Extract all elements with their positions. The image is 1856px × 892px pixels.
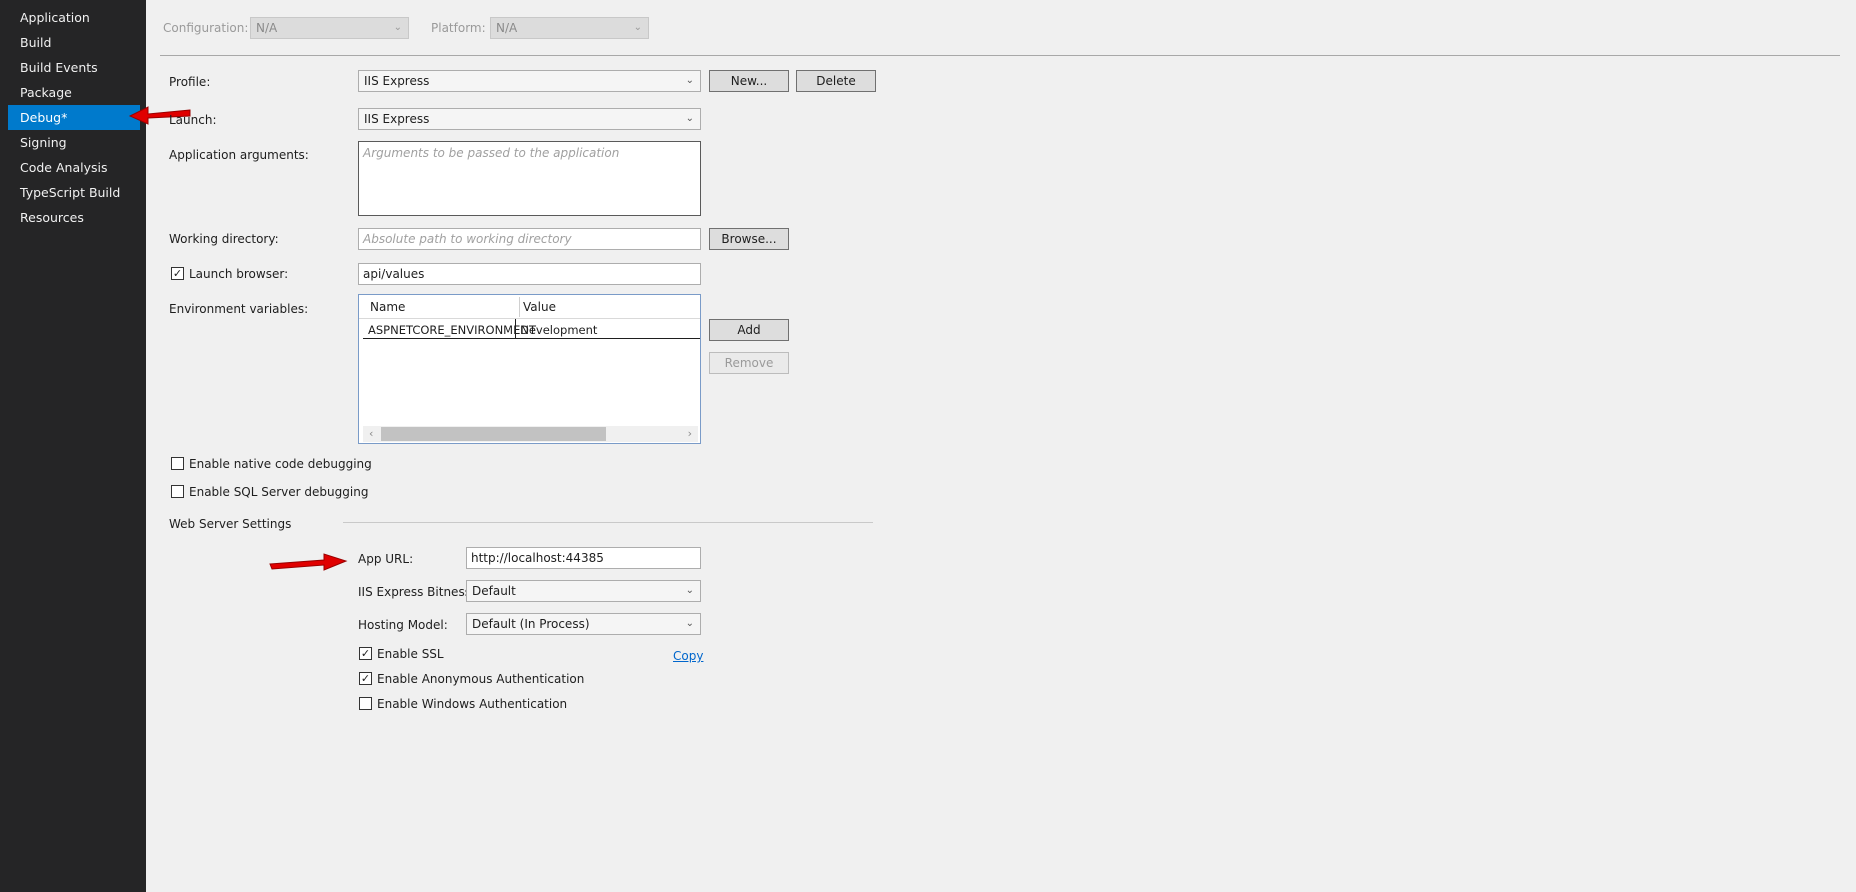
chevron-down-icon: ⌄ bbox=[685, 618, 694, 629]
delete-profile-button[interactable]: Delete bbox=[796, 70, 876, 92]
copy-link[interactable]: Copy bbox=[673, 649, 703, 663]
anonymous-auth-checkbox[interactable]: ✓ bbox=[359, 672, 372, 685]
launch-value: IIS Express bbox=[364, 112, 430, 126]
env-var-value-cell[interactable]: Development bbox=[520, 323, 597, 337]
sidebar-item-package[interactable]: Package bbox=[8, 80, 140, 105]
profile-label: Profile: bbox=[169, 75, 211, 89]
enable-ssl-label: Enable SSL bbox=[377, 647, 444, 661]
grid-header-value[interactable]: Value bbox=[523, 300, 556, 314]
grid-header-name[interactable]: Name bbox=[370, 300, 405, 314]
cell-divider bbox=[515, 319, 516, 339]
top-divider bbox=[160, 55, 1840, 56]
working-directory-label: Working directory: bbox=[169, 232, 279, 246]
launch-browser-url-input[interactable]: api/values bbox=[358, 263, 701, 285]
sidebar-item-build[interactable]: Build bbox=[8, 30, 140, 55]
platform-label: Platform: bbox=[431, 21, 486, 35]
iis-express-bitness-label: IIS Express Bitness: bbox=[358, 585, 475, 599]
anonymous-auth-label: Enable Anonymous Authentication bbox=[377, 672, 585, 686]
annotation-arrow-app-url-icon bbox=[269, 553, 348, 571]
app-url-input[interactable]: http://localhost:44385 bbox=[466, 547, 701, 569]
env-var-name-cell[interactable]: ASPNETCORE_ENVIRONMENT bbox=[368, 323, 536, 337]
table-row[interactable]: ASPNETCORE_ENVIRONMENT Development bbox=[363, 319, 700, 339]
profile-value: IIS Express bbox=[364, 74, 430, 88]
chevron-down-icon: ⌄ bbox=[393, 22, 402, 33]
sidebar-item-resources[interactable]: Resources bbox=[8, 205, 140, 230]
app-url-label: App URL: bbox=[358, 552, 414, 566]
native-debugging-label: Enable native code debugging bbox=[189, 457, 372, 471]
remove-env-var-button[interactable]: Remove bbox=[709, 352, 789, 374]
configuration-label: Configuration: bbox=[163, 21, 249, 35]
browse-button[interactable]: Browse... bbox=[709, 228, 789, 250]
hosting-model-label: Hosting Model: bbox=[358, 618, 448, 632]
launch-select[interactable]: IIS Express ⌄ bbox=[358, 108, 701, 130]
profile-select[interactable]: IIS Express ⌄ bbox=[358, 70, 701, 92]
iis-express-bitness-select[interactable]: Default ⌄ bbox=[466, 580, 701, 602]
launch-browser-label: Launch browser: bbox=[189, 267, 289, 281]
horizontal-scrollbar[interactable]: ‹ › bbox=[363, 426, 698, 442]
native-debugging-checkbox[interactable] bbox=[171, 457, 184, 470]
scroll-right-icon[interactable]: › bbox=[688, 427, 692, 440]
add-env-var-button[interactable]: Add bbox=[709, 319, 789, 341]
sidebar-item-debug[interactable]: Debug* bbox=[8, 105, 140, 130]
app-arguments-placeholder: Arguments to be passed to the applicatio… bbox=[363, 146, 620, 160]
hosting-model-select[interactable]: Default (In Process) ⌄ bbox=[466, 613, 701, 635]
sidebar-item-signing[interactable]: Signing bbox=[8, 130, 140, 155]
sidebar-item-build-events[interactable]: Build Events bbox=[8, 55, 140, 80]
sidebar-item-code-analysis[interactable]: Code Analysis bbox=[8, 155, 140, 180]
configuration-value: N/A bbox=[256, 21, 278, 35]
chevron-down-icon: ⌄ bbox=[685, 75, 694, 86]
app-url-value: http://localhost:44385 bbox=[471, 551, 604, 565]
windows-auth-label: Enable Windows Authentication bbox=[377, 697, 568, 711]
windows-auth-checkbox[interactable] bbox=[359, 697, 372, 710]
scrollbar-thumb[interactable] bbox=[381, 427, 606, 441]
web-server-settings-heading: Web Server Settings bbox=[169, 517, 292, 531]
platform-value: N/A bbox=[496, 21, 518, 35]
launch-browser-checkbox[interactable]: ✓ bbox=[171, 267, 184, 280]
sidebar-item-typescript-build[interactable]: TypeScript Build bbox=[8, 180, 140, 205]
launch-browser-url-value: api/values bbox=[363, 267, 425, 281]
sidebar-item-application[interactable]: Application bbox=[8, 5, 140, 30]
chevron-down-icon: ⌄ bbox=[633, 22, 642, 33]
app-arguments-input[interactable]: Arguments to be passed to the applicatio… bbox=[358, 141, 701, 216]
app-arguments-label: Application arguments: bbox=[169, 148, 309, 162]
chevron-down-icon: ⌄ bbox=[685, 113, 694, 124]
platform-select[interactable]: N/A ⌄ bbox=[490, 17, 649, 39]
launch-label: Launch: bbox=[169, 113, 217, 127]
configuration-select[interactable]: N/A ⌄ bbox=[250, 17, 409, 39]
chevron-down-icon: ⌄ bbox=[685, 585, 694, 596]
new-profile-button[interactable]: New... bbox=[709, 70, 789, 92]
bitness-value: Default bbox=[472, 584, 516, 598]
environment-variables-grid[interactable]: Name Value ASPNETCORE_ENVIRONMENT Develo… bbox=[358, 294, 701, 444]
grid-header-divider bbox=[519, 297, 520, 317]
web-server-divider bbox=[343, 522, 873, 523]
sidebar: Application Build Build Events Package D… bbox=[0, 0, 146, 892]
scroll-left-icon[interactable]: ‹ bbox=[369, 427, 373, 440]
sql-debugging-label: Enable SQL Server debugging bbox=[189, 485, 369, 499]
environment-variables-label: Environment variables: bbox=[169, 302, 309, 316]
working-directory-placeholder: Absolute path to working directory bbox=[363, 232, 572, 246]
hosting-model-value: Default (In Process) bbox=[472, 617, 590, 631]
working-directory-input[interactable]: Absolute path to working directory bbox=[358, 228, 701, 250]
enable-ssl-checkbox[interactable]: ✓ bbox=[359, 647, 372, 660]
sql-debugging-checkbox[interactable] bbox=[171, 485, 184, 498]
